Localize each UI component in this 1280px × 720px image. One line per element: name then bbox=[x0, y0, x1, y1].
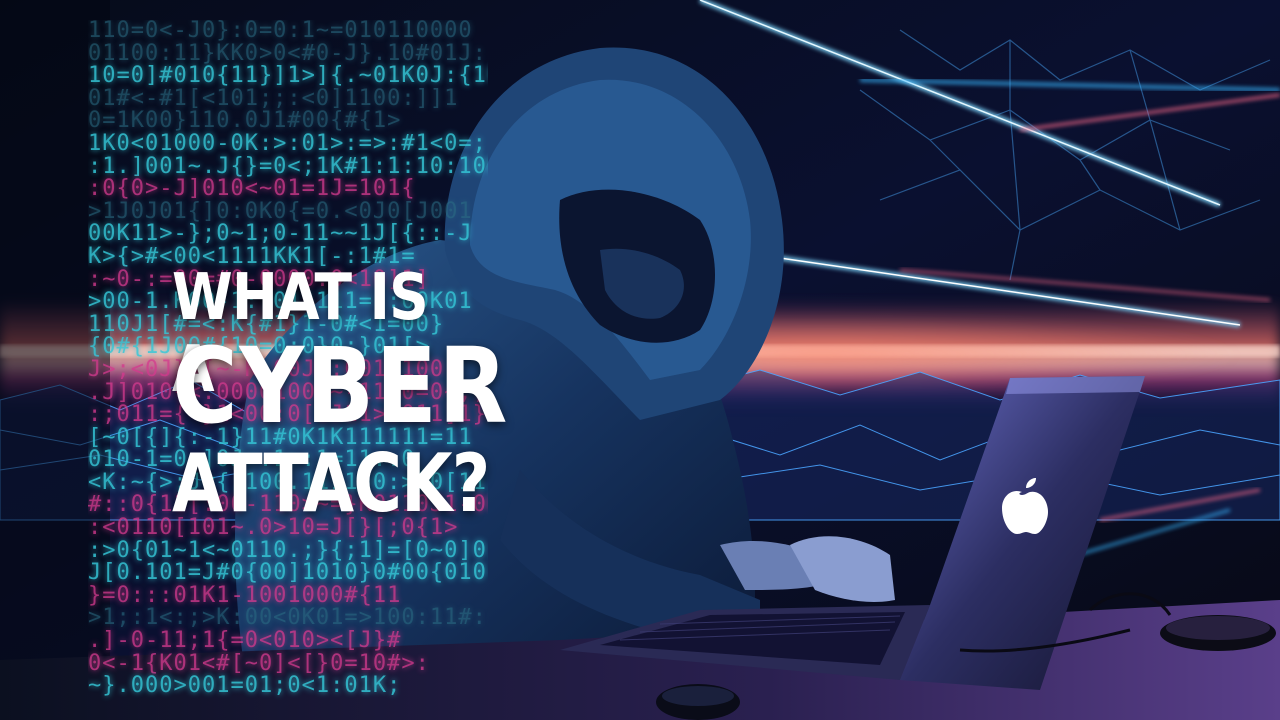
headline-line-3: ATTACK? bbox=[172, 437, 490, 530]
headline-line-2: CYBER bbox=[172, 325, 510, 447]
headline: WHAT IS A CYBER ATTACK? bbox=[172, 262, 512, 542]
